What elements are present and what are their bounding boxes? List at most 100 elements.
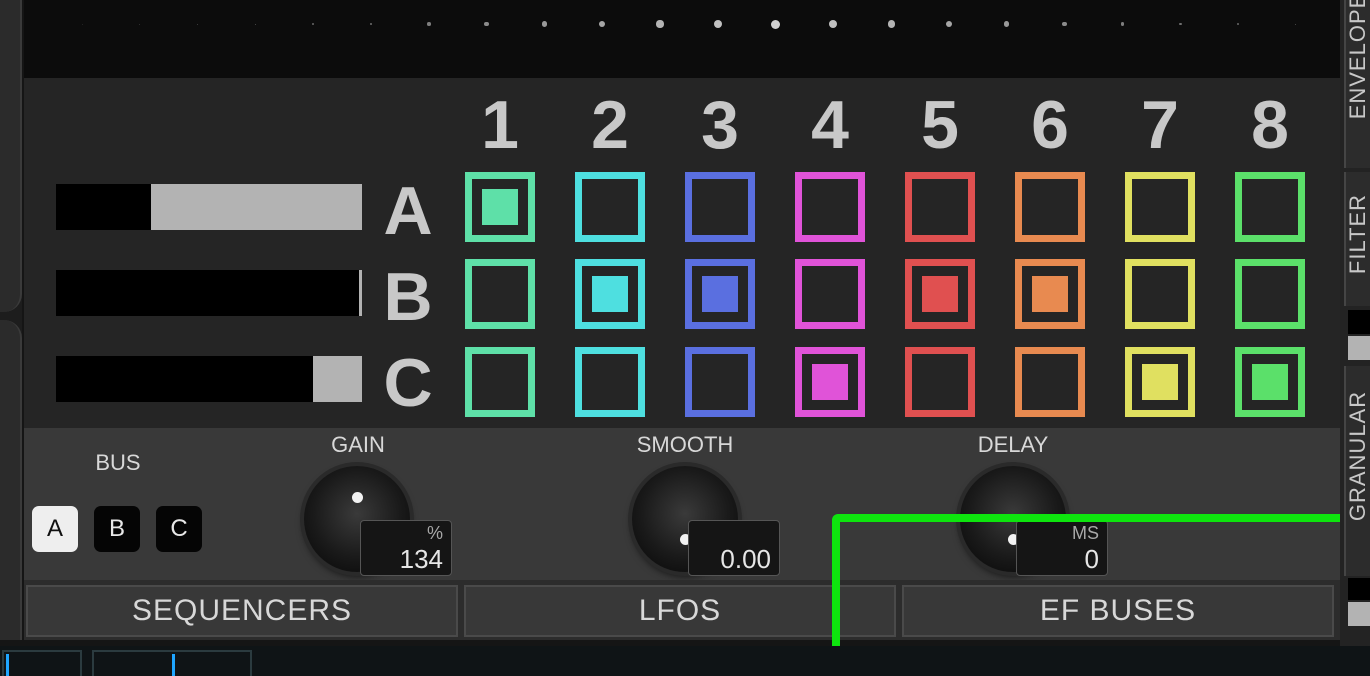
gain-readout[interactable]: % 134 bbox=[360, 520, 452, 576]
matrix-cell-b-7[interactable] bbox=[1125, 259, 1195, 329]
position-dot bbox=[427, 22, 431, 26]
delay-label: DELAY bbox=[977, 432, 1049, 457]
position-dot bbox=[81, 23, 83, 25]
bus-a-level-bar[interactable] bbox=[56, 184, 362, 230]
matrix-cell-c-3[interactable] bbox=[685, 347, 755, 417]
position-dot bbox=[713, 19, 722, 29]
side-tab-granular-label: GRANULAR bbox=[1345, 390, 1370, 522]
position-dot bbox=[945, 20, 953, 28]
bus-b-button[interactable]: B bbox=[94, 506, 140, 552]
side-tab-filter[interactable]: FILTER bbox=[1344, 172, 1370, 306]
timeline-clip[interactable] bbox=[2, 650, 82, 676]
matrix-cell-a-4[interactable] bbox=[795, 172, 865, 242]
matrix-cell-c-7[interactable] bbox=[1125, 347, 1195, 417]
matrix-cell-c-6[interactable] bbox=[1015, 347, 1085, 417]
matrix-cell-a-3[interactable] bbox=[685, 172, 755, 242]
matrix-cell-c-2[interactable] bbox=[575, 347, 645, 417]
matrix-cell-b-1[interactable] bbox=[465, 259, 535, 329]
side-tab-envelope[interactable]: ENVELOPE bbox=[1344, 0, 1370, 168]
position-dot bbox=[1178, 22, 1182, 26]
bus-b-level-fill bbox=[358, 270, 362, 316]
matrix-cell-b-5[interactable] bbox=[905, 259, 975, 329]
smooth-value: 0.00 bbox=[720, 544, 771, 574]
side-meter-bottom bbox=[1348, 336, 1370, 360]
matrix-cell-fill bbox=[587, 271, 633, 317]
bus-c-button[interactable]: C bbox=[156, 506, 202, 552]
column-number-2: 2 bbox=[591, 87, 629, 163]
side-tab-filter-label: FILTER bbox=[1345, 193, 1370, 275]
row-label-a: A bbox=[383, 173, 433, 249]
position-dot bbox=[599, 20, 606, 28]
position-dot bbox=[887, 20, 895, 28]
side-tab-granular[interactable]: GRANULAR bbox=[1344, 366, 1370, 576]
smooth-label: SMOOTH bbox=[636, 432, 734, 457]
position-dot bbox=[312, 23, 315, 25]
matrix-cell-a-1[interactable] bbox=[465, 172, 535, 242]
column-number-4: 4 bbox=[811, 87, 849, 163]
position-dot bbox=[1295, 23, 1297, 25]
bus-b-level-bar[interactable] bbox=[56, 270, 362, 316]
left-panel-edge bbox=[0, 0, 22, 640]
bus-a-button[interactable]: A bbox=[32, 506, 78, 552]
bus-c-level-fill bbox=[313, 356, 362, 402]
matrix-cell-fill bbox=[1247, 359, 1293, 405]
matrix-cell-c-8[interactable] bbox=[1235, 347, 1305, 417]
matrix-cell-fill bbox=[1027, 271, 1073, 317]
side-meter-2-bottom bbox=[1348, 602, 1370, 626]
timeline-marker bbox=[172, 654, 175, 676]
matrix-cell-b-4[interactable] bbox=[795, 259, 865, 329]
gain-value: 134 bbox=[399, 544, 443, 574]
side-meter-top bbox=[1348, 310, 1370, 334]
matrix-cell-a-8[interactable] bbox=[1235, 172, 1305, 242]
matrix-cell-b-6[interactable] bbox=[1015, 259, 1085, 329]
matrix-cell-fill bbox=[807, 359, 853, 405]
matrix-cell-a-6[interactable] bbox=[1015, 172, 1085, 242]
column-number-3: 3 bbox=[701, 87, 739, 163]
matrix-cell-b-8[interactable] bbox=[1235, 259, 1305, 329]
matrix-cell-a-2[interactable] bbox=[575, 172, 645, 242]
column-number-5: 5 bbox=[921, 87, 959, 163]
position-dot bbox=[771, 19, 781, 29]
matrix-cell-fill bbox=[477, 184, 523, 230]
row-label-b: B bbox=[383, 259, 433, 335]
column-number-7: 7 bbox=[1141, 87, 1179, 163]
timeline-marker bbox=[6, 654, 9, 676]
left-panel-tab-bottom[interactable] bbox=[0, 320, 22, 640]
position-dot bbox=[139, 23, 141, 25]
matrix-cell-fill bbox=[917, 271, 963, 317]
matrix-cell-b-2[interactable] bbox=[575, 259, 645, 329]
position-dot bbox=[829, 19, 838, 29]
tab-sequencers[interactable]: SEQUENCERS bbox=[26, 585, 458, 637]
column-number-6: 6 bbox=[1031, 87, 1069, 163]
row-label-c: C bbox=[383, 345, 433, 421]
bus-label: BUS bbox=[95, 450, 141, 475]
matrix-cell-fill bbox=[697, 271, 743, 317]
matrix-cell-a-7[interactable] bbox=[1125, 172, 1195, 242]
bus-a-level-fill bbox=[150, 184, 362, 230]
position-dot bbox=[1062, 21, 1067, 27]
gain-knob-indicator bbox=[352, 492, 363, 503]
position-dot bbox=[484, 21, 489, 27]
matrix-cell-b-3[interactable] bbox=[685, 259, 755, 329]
column-number-8: 8 bbox=[1251, 87, 1289, 163]
position-dot bbox=[1120, 22, 1125, 26]
matrix-cell-fill bbox=[1137, 359, 1183, 405]
position-dot bbox=[656, 20, 664, 28]
position-dot bbox=[254, 23, 256, 25]
gain-unit: % bbox=[426, 523, 443, 543]
side-tab-envelope-label: ENVELOPE bbox=[1345, 0, 1370, 120]
column-number-1: 1 bbox=[481, 87, 519, 163]
smooth-readout[interactable]: 0.00 bbox=[688, 520, 780, 576]
position-dot bbox=[1004, 21, 1010, 27]
matrix-cell-c-4[interactable] bbox=[795, 347, 865, 417]
matrix-cell-c-1[interactable] bbox=[465, 347, 535, 417]
left-panel-tab-top[interactable] bbox=[0, 0, 22, 312]
matrix-cell-c-5[interactable] bbox=[905, 347, 975, 417]
bus-c-level-bar[interactable] bbox=[56, 356, 362, 402]
gain-label: GAIN bbox=[331, 432, 385, 457]
matrix-cell-a-5[interactable] bbox=[905, 172, 975, 242]
position-dot bbox=[541, 21, 548, 27]
position-dot bbox=[369, 22, 373, 26]
position-dots-display bbox=[24, 0, 1340, 78]
side-meter-2-top bbox=[1348, 578, 1370, 600]
